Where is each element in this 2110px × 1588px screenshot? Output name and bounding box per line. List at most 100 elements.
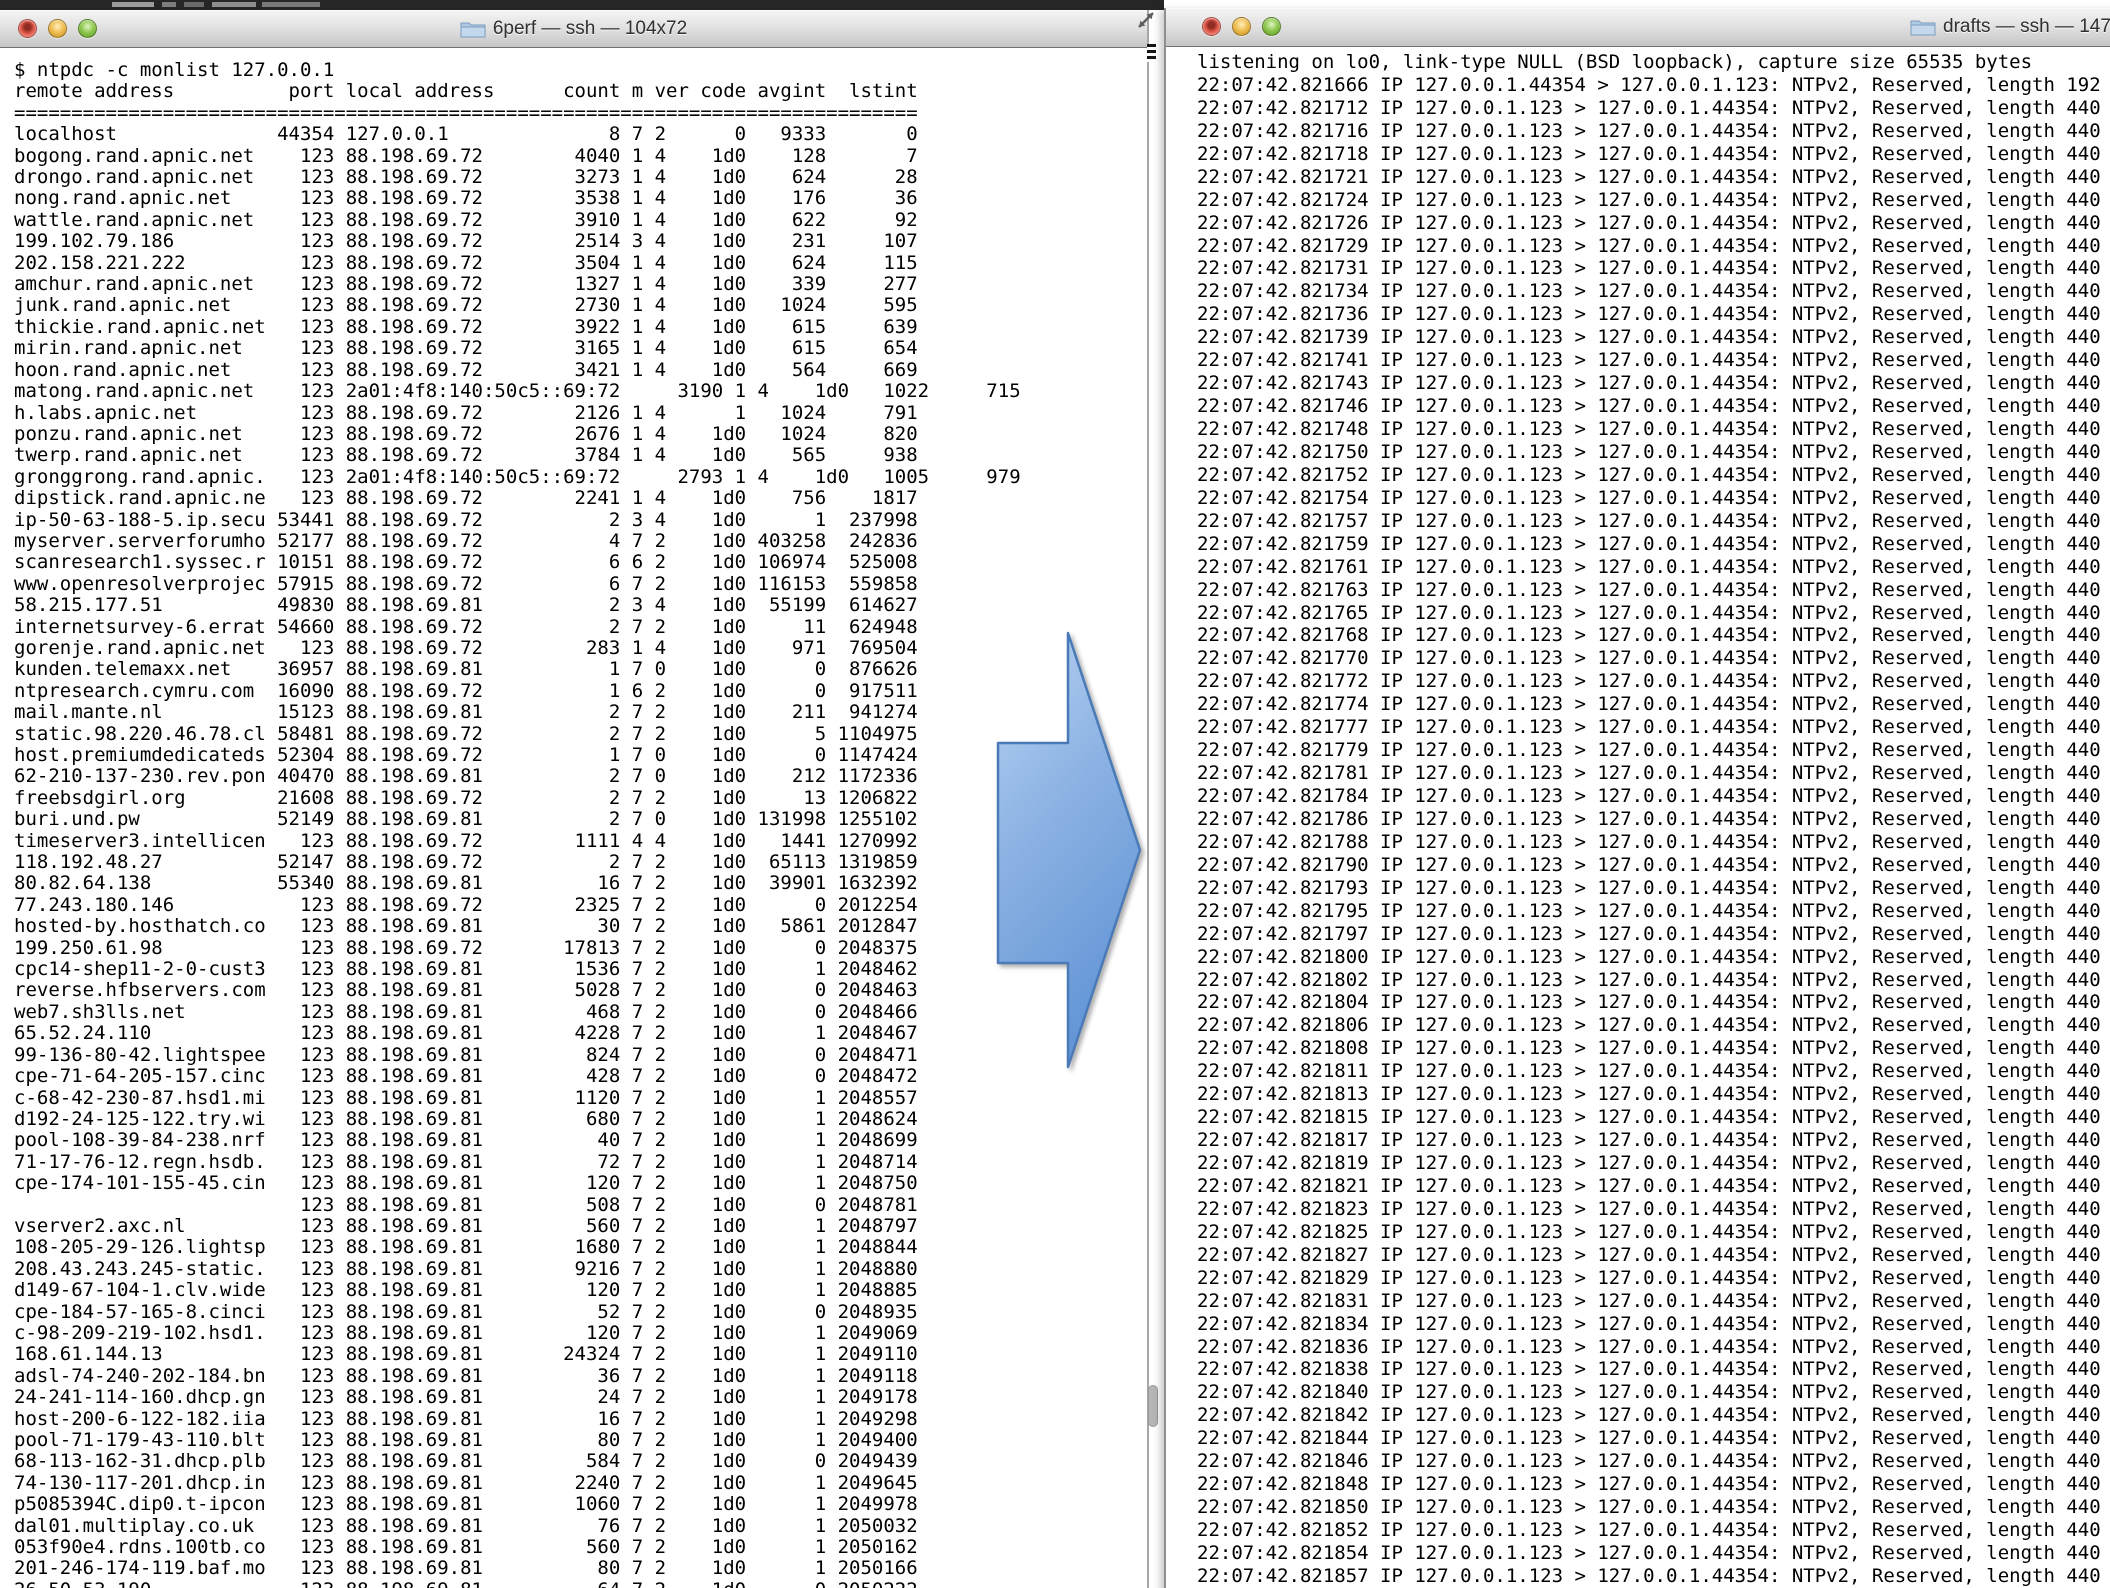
tcpdump-response-line: 22:07:42.821817 IP 127.0.0.1.123 > 127.0… xyxy=(1197,1129,2110,1152)
monlist-row: thickie.rand.apnic.net 123 88.198.69.72 … xyxy=(14,317,1147,338)
tcpdump-response-line: 22:07:42.821836 IP 127.0.0.1.123 > 127.0… xyxy=(1197,1336,2110,1359)
monlist-row: junk.rand.apnic.net 123 88.198.69.72 273… xyxy=(14,295,1147,316)
monlist-row: c-98-209-219-102.hsd1. 123 88.198.69.81 … xyxy=(14,1323,1147,1344)
tcpdump-response-line: 22:07:42.821808 IP 127.0.0.1.123 > 127.0… xyxy=(1197,1037,2110,1060)
monlist-row: cpc14-shep11-2-0-cust3 123 88.198.69.81 … xyxy=(14,959,1147,980)
monlist-row: 74-130-117-201.dhcp.in 123 88.198.69.81 … xyxy=(14,1473,1147,1494)
tcpdump-response-line: 22:07:42.821831 IP 127.0.0.1.123 > 127.0… xyxy=(1197,1290,2110,1313)
tcpdump-response-line: 22:07:42.821806 IP 127.0.0.1.123 > 127.0… xyxy=(1197,1014,2110,1037)
tcpdump-response-line: 22:07:42.821726 IP 127.0.0.1.123 > 127.0… xyxy=(1197,212,2110,235)
window-resize-icon[interactable] xyxy=(1134,8,1158,32)
monlist-row: 99-136-80-42.lightspee 123 88.198.69.81 … xyxy=(14,1045,1147,1066)
left-title-group: 6perf — ssh — 104x72 xyxy=(0,10,1147,47)
tcpdump-response-line: 22:07:42.821779 IP 127.0.0.1.123 > 127.0… xyxy=(1197,739,2110,762)
monlist-row: buri.und.pw 52149 88.198.69.81 2 7 0 1d0… xyxy=(14,809,1147,830)
tcpdump-response-line: 22:07:42.821844 IP 127.0.0.1.123 > 127.0… xyxy=(1197,1427,2110,1450)
tcpdump-response-line: 22:07:42.821721 IP 127.0.0.1.123 > 127.0… xyxy=(1197,166,2110,189)
close-button[interactable] xyxy=(1202,17,1221,36)
tcpdump-response-line: 22:07:42.821734 IP 127.0.0.1.123 > 127.0… xyxy=(1197,280,2110,303)
tcpdump-response-line: 22:07:42.821731 IP 127.0.0.1.123 > 127.0… xyxy=(1197,257,2110,280)
tcpdump-response-line: 22:07:42.821724 IP 127.0.0.1.123 > 127.0… xyxy=(1197,189,2110,212)
monlist-row: timeserver3.intellicen 123 88.198.69.72 … xyxy=(14,831,1147,852)
strip-dash xyxy=(212,2,256,7)
right-terminal-output[interactable]: listening on lo0, link-type NULL (BSD lo… xyxy=(1166,46,2110,1588)
monlist-row: 68-113-162-31.dhcp.plb 123 88.198.69.81 … xyxy=(14,1451,1147,1472)
minimize-button[interactable] xyxy=(1232,17,1251,36)
monlist-row: c-68-42-230-87.hsd1.mi 123 88.198.69.81 … xyxy=(14,1088,1147,1109)
tcpdump-response-line: 22:07:42.821815 IP 127.0.0.1.123 > 127.0… xyxy=(1197,1106,2110,1129)
monlist-row: myserver.serverforumho 52177 88.198.69.7… xyxy=(14,531,1147,552)
monlist-row: web7.sh3lls.net 123 88.198.69.81 468 7 2… xyxy=(14,1002,1147,1023)
tcpdump-response-line: 22:07:42.821850 IP 127.0.0.1.123 > 127.0… xyxy=(1197,1496,2110,1519)
tcpdump-response-line: 22:07:42.821834 IP 127.0.0.1.123 > 127.0… xyxy=(1197,1313,2110,1336)
monlist-row: kunden.telemaxx.net 36957 88.198.69.81 1… xyxy=(14,659,1147,680)
tcpdump-request-line: 22:07:42.821666 IP 127.0.0.1.44354 > 127… xyxy=(1197,74,2110,97)
monlist-row: 24-241-114-160.dhcp.gn 123 88.198.69.81 … xyxy=(14,1387,1147,1408)
folder-icon xyxy=(1910,17,1936,37)
monlist-row: cpe-184-57-165-8.cinci 123 88.198.69.81 … xyxy=(14,1302,1147,1323)
zoom-button[interactable] xyxy=(1262,17,1281,36)
monlist-row: 62-210-137-230.rev.pon 40470 88.198.69.8… xyxy=(14,766,1147,787)
monlist-row: ponzu.rand.apnic.net 123 88.198.69.72 26… xyxy=(14,424,1147,445)
monlist-row: www.openresolverprojec 57915 88.198.69.7… xyxy=(14,574,1147,595)
tcpdump-response-line: 22:07:42.821718 IP 127.0.0.1.123 > 127.0… xyxy=(1197,143,2110,166)
tcpdump-response-line: 22:07:42.821800 IP 127.0.0.1.123 > 127.0… xyxy=(1197,946,2110,969)
tcpdump-response-line: 22:07:42.821811 IP 127.0.0.1.123 > 127.0… xyxy=(1197,1060,2110,1083)
monlist-row: twerp.rand.apnic.net 123 88.198.69.72 37… xyxy=(14,445,1147,466)
tcpdump-response-line: 22:07:42.821842 IP 127.0.0.1.123 > 127.0… xyxy=(1197,1404,2110,1427)
right-titlebar[interactable]: drafts — ssh — 147 xyxy=(1166,8,2110,47)
tcpdump-response-line: 22:07:42.821784 IP 127.0.0.1.123 > 127.0… xyxy=(1197,785,2110,808)
tcpdump-response-line: 22:07:42.821854 IP 127.0.0.1.123 > 127.0… xyxy=(1197,1542,2110,1565)
monlist-row: vserver2.axc.nl 123 88.198.69.81 560 7 2… xyxy=(14,1216,1147,1237)
monlist-row: static.98.220.46.78.cl 58481 88.198.69.7… xyxy=(14,724,1147,745)
tcpdump-response-line: 22:07:42.821840 IP 127.0.0.1.123 > 127.0… xyxy=(1197,1381,2110,1404)
window-title: 6perf — ssh — 104x72 xyxy=(493,18,687,40)
monlist-header: remote address port local address count … xyxy=(14,81,1147,102)
monlist-row: mail.mante.nl 15123 88.198.69.81 2 7 2 1… xyxy=(14,702,1147,723)
tcpdump-response-line: 22:07:42.821765 IP 127.0.0.1.123 > 127.0… xyxy=(1197,602,2110,625)
tcpdump-response-line: 22:07:42.821757 IP 127.0.0.1.123 > 127.0… xyxy=(1197,510,2110,533)
monlist-row: gorenje.rand.apnic.net 123 88.198.69.72 … xyxy=(14,638,1147,659)
monlist-row: hosted-by.hosthatch.co 123 88.198.69.81 … xyxy=(14,916,1147,937)
tcpdump-response-line: 22:07:42.821825 IP 127.0.0.1.123 > 127.0… xyxy=(1197,1221,2110,1244)
scrollbar-thumb[interactable] xyxy=(1148,1385,1158,1427)
monlist-row: amchur.rand.apnic.net 123 88.198.69.72 1… xyxy=(14,274,1147,295)
left-terminal-output[interactable]: $ ntpdc -c monlist 127.0.0.1remote addre… xyxy=(0,47,1147,1588)
tcpdump-response-line: 22:07:42.821829 IP 127.0.0.1.123 > 127.0… xyxy=(1197,1267,2110,1290)
tcpdump-response-line: 22:07:42.821793 IP 127.0.0.1.123 > 127.0… xyxy=(1197,877,2110,900)
tcpdump-response-line: 22:07:42.821746 IP 127.0.0.1.123 > 127.0… xyxy=(1197,395,2110,418)
monlist-row: bogong.rand.apnic.net 123 88.198.69.72 4… xyxy=(14,146,1147,167)
tcpdump-response-line: 22:07:42.821741 IP 127.0.0.1.123 > 127.0… xyxy=(1197,349,2110,372)
tcpdump-response-line: 22:07:42.821736 IP 127.0.0.1.123 > 127.0… xyxy=(1197,303,2110,326)
tcpdump-response-line: 22:07:42.821743 IP 127.0.0.1.123 > 127.0… xyxy=(1197,372,2110,395)
command-line: $ ntpdc -c monlist 127.0.0.1 xyxy=(14,60,1147,81)
tcpdump-response-line: 22:07:42.821739 IP 127.0.0.1.123 > 127.0… xyxy=(1197,326,2110,349)
tcpdump-response-line: 22:07:42.821804 IP 127.0.0.1.123 > 127.0… xyxy=(1197,991,2110,1014)
monlist-row: dal01.multiplay.co.uk 123 88.198.69.81 7… xyxy=(14,1516,1147,1537)
monlist-row: hoon.rand.apnic.net 123 88.198.69.72 342… xyxy=(14,360,1147,381)
tcpdump-response-line: 22:07:42.821781 IP 127.0.0.1.123 > 127.0… xyxy=(1197,762,2110,785)
monlist-row: dipstick.rand.apnic.ne 123 88.198.69.72 … xyxy=(14,488,1147,509)
monlist-row: reverse.hfbservers.com 123 88.198.69.81 … xyxy=(14,980,1147,1001)
tcpdump-response-line: 22:07:42.821846 IP 127.0.0.1.123 > 127.0… xyxy=(1197,1450,2110,1473)
desktop: 6perf — ssh — 104x72 $ ntpdc -c monlist … xyxy=(0,0,2110,1588)
monlist-row: gronggrong.rand.apnic. 123 2a01:4f8:140:… xyxy=(14,467,1147,488)
monlist-row: 199.250.61.98 123 88.198.69.72 17813 7 2… xyxy=(14,938,1147,959)
tcpdump-listening-line: listening on lo0, link-type NULL (BSD lo… xyxy=(1197,51,2110,74)
monlist-row: 108-205-29-126.lightsp 123 88.198.69.81 … xyxy=(14,1237,1147,1258)
monlist-row: ip-50-63-188-5.ip.secu 53441 88.198.69.7… xyxy=(14,510,1147,531)
monlist-row: host.premiumdedicateds 52304 88.198.69.7… xyxy=(14,745,1147,766)
tcpdump-response-line: 22:07:42.821857 IP 127.0.0.1.123 > 127.0… xyxy=(1197,1565,2110,1588)
strip-dash xyxy=(262,2,320,7)
monlist-row: internetsurvey-6.errat 54660 88.198.69.7… xyxy=(14,617,1147,638)
tcpdump-response-line: 22:07:42.821761 IP 127.0.0.1.123 > 127.0… xyxy=(1197,556,2110,579)
monlist-row: 202.158.221.222 123 88.198.69.72 3504 1 … xyxy=(14,253,1147,274)
left-titlebar[interactable]: 6perf — ssh — 104x72 xyxy=(0,10,1147,48)
monlist-row: d149-67-104-1.clv.wide 123 88.198.69.81 … xyxy=(14,1280,1147,1301)
tcpdump-response-line: 22:07:42.821827 IP 127.0.0.1.123 > 127.0… xyxy=(1197,1244,2110,1267)
tcpdump-response-line: 22:07:42.821770 IP 127.0.0.1.123 > 127.0… xyxy=(1197,647,2110,670)
monlist-row: 118.192.48.27 52147 88.198.69.72 2 7 2 1… xyxy=(14,852,1147,873)
tcpdump-response-line: 22:07:42.821716 IP 127.0.0.1.123 > 127.0… xyxy=(1197,120,2110,143)
monlist-row: 77.243.180.146 123 88.198.69.72 2325 7 2… xyxy=(14,895,1147,916)
monlist-row: 123 88.198.69.81 508 7 2 1d0 0 2048781 xyxy=(14,1195,1147,1216)
